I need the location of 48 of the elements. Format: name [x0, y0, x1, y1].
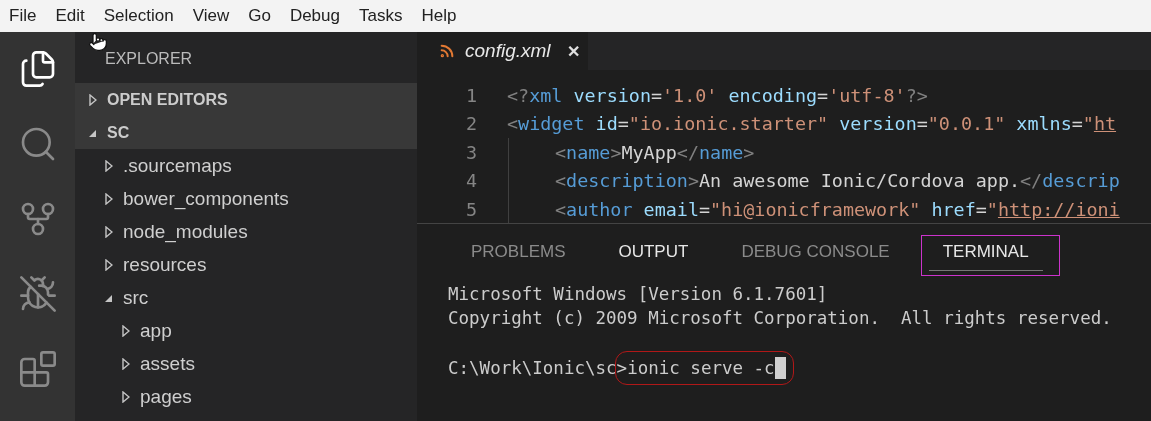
rss-icon: [439, 43, 455, 59]
tree-item[interactable]: pages: [75, 380, 417, 413]
menu-item[interactable]: Tasks: [354, 6, 416, 26]
code-line: <?xml version='1.0' encoding='utf-8'?>: [507, 84, 928, 106]
tree-item[interactable]: app: [75, 314, 417, 347]
tree-item[interactable]: bower_components: [75, 182, 417, 215]
tree-item[interactable]: .sourcemaps: [75, 149, 417, 182]
menu-item[interactable]: Debug: [284, 6, 353, 26]
tree-item[interactable]: src: [75, 281, 417, 314]
panel-tab[interactable]: OUTPUT: [604, 240, 703, 271]
panel-tab[interactable]: DEBUG CONSOLE: [727, 240, 904, 271]
menu-item[interactable]: File: [4, 6, 50, 26]
line-number: 5: [464, 198, 478, 220]
collapsed-caret-icon: [89, 93, 97, 106]
editor-tab[interactable]: config.xml ✕: [417, 32, 588, 70]
section-header[interactable]: OPEN EDITORS: [75, 83, 417, 116]
menu-item[interactable]: Help: [416, 6, 470, 26]
sidebar-title: EXPLORER: [105, 50, 193, 68]
tree-item[interactable]: node_modules: [75, 215, 417, 248]
code-line: <author email="hi@ionicframework" href="http://ioni: [507, 198, 1120, 220]
tree-item[interactable]: resources: [75, 248, 417, 281]
code-line: <name>MyApp</name>: [507, 141, 755, 163]
collapsed-caret-icon: [122, 357, 130, 370]
line-number: 1: [464, 84, 478, 106]
close-button[interactable]: ✕: [566, 41, 580, 61]
collapsed-caret-icon: [122, 390, 130, 403]
collapsed-caret-icon: [122, 324, 130, 337]
line-number: 2: [464, 113, 478, 135]
line-number: 4: [464, 170, 478, 192]
collapsed-caret-icon: [105, 159, 113, 172]
line-number: 3: [464, 141, 478, 163]
menu-item[interactable]: Selection: [98, 6, 187, 26]
panel-tab[interactable]: PROBLEMS: [457, 240, 580, 271]
menu-item[interactable]: View: [187, 6, 243, 26]
collapsed-caret-icon: [105, 258, 113, 271]
terminal-line: Microsoft Windows [Version 6.1.7601]: [448, 284, 829, 306]
collapsed-caret-icon: [105, 225, 113, 238]
terminal-command: ionic serve -c: [627, 358, 775, 378]
tree-item[interactable]: assets: [75, 347, 417, 380]
section-header[interactable]: SC: [75, 116, 417, 149]
code-line: <widget id="io.ionic.starter" version="0.0.1" xmlns="ht: [507, 113, 1117, 135]
code-line: <description>An awesome Ionic/Cordova app.</descrip: [507, 170, 1120, 192]
menu-item[interactable]: Go: [243, 6, 284, 26]
terminal-line: Copyright (c) 2009 Microsoft Corporation. All rights reserved.: [448, 308, 1113, 330]
menu-item[interactable]: Edit: [50, 6, 98, 26]
collapsed-caret-icon: [105, 192, 113, 205]
panel-tab[interactable]: TERMINAL: [928, 240, 1043, 271]
text-cursor: [774, 357, 786, 379]
